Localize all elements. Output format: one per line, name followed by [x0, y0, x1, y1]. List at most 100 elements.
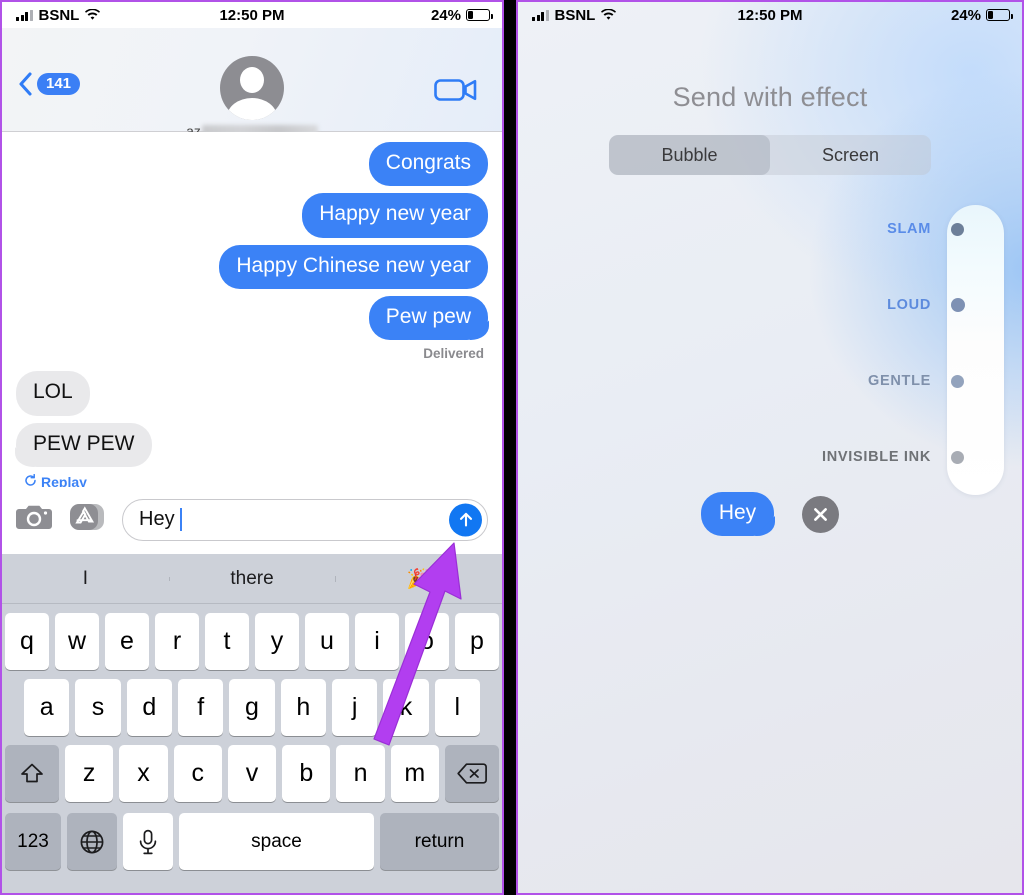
screenshot-stage: BSNL 12:50 PM 24% 141 az Congrats Happy …	[0, 0, 1024, 895]
message-bubble-outgoing[interactable]: Happy new year	[302, 193, 488, 238]
message-row: Happy Chinese new year	[16, 244, 488, 290]
key-q[interactable]: q	[5, 613, 49, 670]
video-camera-icon[interactable]	[434, 76, 478, 109]
message-bubble-outgoing[interactable]: Pew pew	[368, 296, 488, 341]
conversation-nav-bar: 141 az	[2, 28, 502, 139]
key-u[interactable]: u	[305, 613, 349, 670]
effect-label: GENTLE	[867, 373, 931, 389]
shift-up-arrow-icon	[21, 763, 43, 782]
effect-radio-dot[interactable]	[929, 298, 986, 312]
globe-key[interactable]	[67, 813, 117, 870]
keyboard-row-2: a s d f g h j k l	[2, 679, 502, 736]
status-time: 12:50 PM	[737, 6, 803, 24]
status-right-group: 24%	[950, 6, 1013, 24]
send-button[interactable]	[449, 503, 482, 536]
key-g[interactable]: g	[229, 679, 275, 736]
imessage-text-field[interactable]: Hey	[122, 498, 488, 541]
close-x-icon	[814, 507, 828, 521]
key-k[interactable]: k	[383, 679, 429, 736]
message-bubble-incoming[interactable]: PEW PEW	[16, 422, 152, 468]
status-bar-left: BSNL 12:50 PM 24%	[2, 2, 502, 28]
shift-key[interactable]	[5, 745, 60, 802]
right-phone-screenshot: BSNL 12:50 PM 24% Send with effect Bubbl…	[516, 0, 1024, 895]
key-m[interactable]: m	[390, 745, 439, 802]
effect-preview-bar: Hey	[518, 492, 1022, 536]
key-c[interactable]: c	[173, 745, 222, 802]
effect-row-gentle[interactable]: GENTLE	[744, 371, 1004, 391]
person-avatar-icon	[220, 56, 284, 120]
message-thread[interactable]: Congrats Happy new year Happy Chinese ne…	[2, 132, 502, 490]
preview-message-bubble[interactable]: Hey	[700, 492, 775, 536]
key-o[interactable]: o	[405, 613, 449, 670]
effect-radio-dot[interactable]	[929, 450, 986, 464]
key-z[interactable]: z	[65, 745, 114, 802]
key-w[interactable]: w	[55, 613, 99, 670]
effect-type-segmented-control: Bubble Screen	[609, 135, 931, 175]
message-row: Happy new year	[16, 193, 488, 238]
key-b[interactable]: b	[282, 745, 331, 802]
battery-icon	[986, 9, 1013, 21]
key-a[interactable]: a	[24, 679, 70, 736]
key-j[interactable]: j	[331, 679, 378, 736]
backspace-key[interactable]	[444, 745, 499, 802]
status-bar-right: BSNL 12:50 PM 24%	[518, 2, 1022, 28]
keyboard-row-4: 123 space return	[2, 813, 502, 870]
battery-percent-label: 24%	[950, 6, 981, 24]
effect-label: INVISIBLE INK	[822, 449, 931, 465]
message-row: LOL	[16, 371, 488, 416]
key-i[interactable]: i	[355, 613, 399, 670]
effect-row-loud[interactable]: LOUD	[744, 295, 1004, 315]
effects-list: SLAM LOUD GENTLE INVISIBLE INK	[518, 197, 1022, 497]
effect-radio-dot[interactable]	[929, 222, 986, 236]
numbers-key[interactable]: 123	[5, 813, 61, 870]
key-x[interactable]: x	[119, 745, 168, 802]
prediction-3[interactable]: 🎉	[335, 567, 502, 591]
effect-label: SLAM	[887, 221, 931, 237]
effect-row-slam[interactable]: SLAM	[744, 219, 1004, 239]
key-n[interactable]: n	[336, 745, 385, 802]
prediction-1[interactable]: I	[2, 568, 169, 590]
space-key[interactable]: space	[179, 813, 374, 870]
key-l[interactable]: l	[434, 679, 480, 736]
effect-radio-dot[interactable]	[929, 374, 986, 388]
prediction-2[interactable]: there	[168, 568, 336, 590]
message-bubble-outgoing[interactable]: Happy Chinese new year	[219, 244, 488, 290]
return-key[interactable]: return	[380, 813, 499, 870]
key-e[interactable]: e	[105, 613, 149, 670]
contact-header[interactable]: az	[2, 56, 502, 139]
tab-screen[interactable]: Screen	[770, 135, 931, 175]
effect-label: LOUD	[887, 297, 931, 313]
keyboard-row-1: q w e r t y u i o p	[2, 613, 502, 670]
message-row: PEW PEW	[16, 422, 488, 468]
key-s[interactable]: s	[75, 679, 121, 736]
key-f[interactable]: f	[178, 679, 224, 736]
cancel-effect-button[interactable]	[802, 495, 840, 533]
app-store-icon[interactable]	[68, 500, 108, 539]
backspace-delete-icon	[457, 763, 487, 784]
key-h[interactable]: h	[280, 679, 326, 736]
status-right-group: 24%	[431, 7, 493, 24]
predictive-text-bar: I there 🎉	[2, 554, 502, 604]
arrow-up-icon	[459, 512, 472, 527]
on-screen-keyboard[interactable]: I there 🎉 q w e r t y u i o p a s d f g …	[2, 554, 502, 893]
page-title: Send with effect	[672, 82, 868, 112]
key-d[interactable]: d	[126, 679, 172, 736]
key-t[interactable]: t	[205, 613, 249, 670]
microphone-icon	[139, 829, 157, 854]
dictation-key[interactable]	[123, 813, 173, 870]
message-bubble-incoming[interactable]: LOL	[16, 371, 90, 416]
key-r[interactable]: r	[155, 613, 199, 670]
battery-icon	[466, 9, 493, 21]
tab-bubble[interactable]: Bubble	[609, 135, 770, 175]
message-row: Pew pew	[16, 296, 488, 341]
status-time: 12:50 PM	[219, 6, 285, 24]
delivered-status: Delivered	[423, 346, 484, 362]
camera-icon[interactable]	[16, 502, 54, 537]
key-y[interactable]: y	[255, 613, 299, 670]
key-p[interactable]: p	[455, 613, 499, 670]
message-bubble-outgoing[interactable]: Congrats	[368, 142, 488, 187]
text-caret	[179, 508, 182, 531]
key-v[interactable]: v	[227, 745, 277, 802]
effect-row-invisible-ink[interactable]: INVISIBLE INK	[744, 447, 1004, 467]
text-field-value: Hey	[139, 508, 175, 530]
